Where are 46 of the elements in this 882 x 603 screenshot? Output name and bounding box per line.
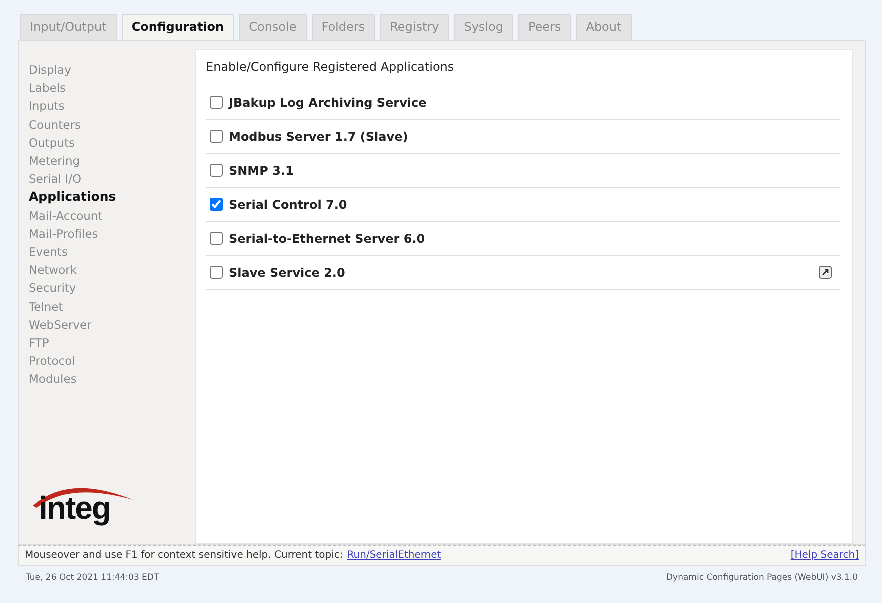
sidebar-item[interactable]: Counters xyxy=(29,116,195,134)
application-label: Slave Service 2.0 xyxy=(229,264,346,282)
sidebar-item[interactable]: Applications xyxy=(29,188,195,207)
sidebar-item[interactable]: Labels xyxy=(29,79,195,98)
sidebar-item[interactable]: Modules xyxy=(29,370,195,389)
checkbox[interactable] xyxy=(210,198,223,211)
checkbox[interactable] xyxy=(210,164,223,177)
checkbox[interactable] xyxy=(210,130,223,143)
help-text: Mouseover and use F1 for context sensitive help. Current topic: xyxy=(25,549,344,563)
tab[interactable]: Configuration xyxy=(122,14,234,40)
sidebar-item[interactable]: Mail-Profiles xyxy=(29,224,195,244)
logo: integ xyxy=(29,478,139,528)
popout-icon[interactable] xyxy=(819,266,832,279)
sidebar-item[interactable]: Inputs xyxy=(29,97,195,116)
sidebar-item[interactable]: Mail-Account xyxy=(29,206,195,225)
sidebar-item[interactable]: Security xyxy=(29,279,195,298)
sidebar-item[interactable]: Telnet xyxy=(29,298,195,316)
tab[interactable]: About xyxy=(576,14,632,40)
sidebar-item[interactable]: FTP xyxy=(29,334,195,352)
tab[interactable]: Console xyxy=(239,14,307,40)
sidebar-item[interactable]: Protocol xyxy=(29,352,195,370)
sidebar-item[interactable]: Events xyxy=(29,243,195,262)
application-label: Serial Control 7.0 xyxy=(229,196,348,214)
section-heading: Enable/Configure Registered Applications xyxy=(206,59,456,76)
help-search-link[interactable]: [Help Search] xyxy=(790,548,859,563)
status-datetime: Tue, 26 Oct 2021 11:44:03 EDT xyxy=(26,572,160,585)
sidebar-item[interactable]: Serial I/O xyxy=(29,170,195,188)
application-label: JBakup Log Archiving Service xyxy=(229,94,427,112)
application-label: Modbus Server 1.7 (Slave) xyxy=(229,128,408,146)
tab[interactable]: Input/Output xyxy=(20,14,117,40)
checkbox[interactable] xyxy=(210,266,223,279)
sidebar-item[interactable]: Display xyxy=(29,61,195,80)
checkbox[interactable] xyxy=(210,96,223,109)
sidebar-item[interactable]: Metering xyxy=(29,152,195,170)
sidebar-item[interactable]: Network xyxy=(29,261,195,280)
tab[interactable]: Peers xyxy=(518,14,572,40)
sidebar-item[interactable]: WebServer xyxy=(29,316,195,334)
version-text: Dynamic Configuration Pages (WebUI) v3.1.0 xyxy=(666,572,858,585)
tab[interactable]: Registry xyxy=(380,14,450,40)
tab[interactable]: Folders xyxy=(312,14,376,40)
tab[interactable]: Syslog xyxy=(454,14,514,40)
topic-link[interactable]: Run/SerialEthernet xyxy=(347,548,442,563)
sidebar-item[interactable]: Outputs xyxy=(29,134,195,152)
checkbox[interactable] xyxy=(210,232,223,245)
application-label: SNMP 3.1 xyxy=(229,162,294,180)
application-label: Serial-to-Ethernet Server 6.0 xyxy=(229,230,426,248)
